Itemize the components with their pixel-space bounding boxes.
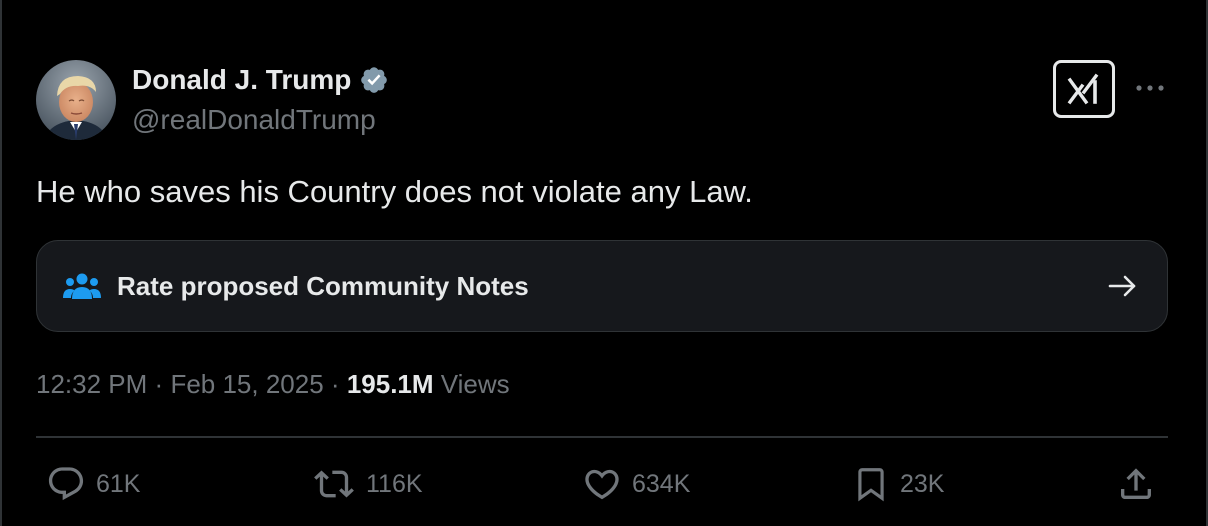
repost-button[interactable]: 116K — [312, 464, 423, 504]
views-label: Views — [440, 369, 510, 399]
tweet-text: He who saves his Country does not violat… — [36, 174, 753, 209]
community-people-icon — [63, 273, 101, 299]
heart-icon — [585, 469, 619, 500]
avatar[interactable] — [36, 60, 116, 140]
tweet-time[interactable]: 12:32 PM — [36, 369, 147, 399]
repost-count: 116K — [366, 470, 423, 498]
reply-count: 61K — [96, 470, 141, 498]
author-display-name[interactable]: Donald J. Trump — [132, 64, 351, 96]
tweet-date[interactable]: Feb 15, 2025 — [170, 369, 323, 399]
bookmark-count: 23K — [900, 470, 945, 498]
arrow-right-icon — [1108, 275, 1136, 297]
more-dots-icon — [1136, 85, 1164, 91]
bookmark-icon — [858, 468, 884, 502]
like-count: 634K — [632, 470, 691, 498]
reply-button[interactable]: 61K — [46, 464, 140, 504]
reply-icon — [48, 467, 84, 501]
share-icon — [1121, 468, 1151, 499]
tweet-meta: 12:32 PM · Feb 15, 2025 · 195.1M Views — [36, 366, 510, 402]
repost-icon — [314, 470, 354, 498]
community-notes-card[interactable]: Rate proposed Community Notes — [36, 240, 1168, 332]
meta-separator: · — [330, 369, 340, 399]
bookmark-button[interactable]: 23K — [852, 464, 944, 504]
verified-badge-icon[interactable] — [359, 65, 389, 95]
views-count[interactable]: 195.1M — [347, 369, 434, 399]
author-name-row: Donald J. Trump — [132, 64, 389, 96]
meta-separator: · — [154, 369, 164, 399]
grok-button[interactable] — [1053, 60, 1115, 118]
like-button[interactable]: 634K — [582, 464, 690, 504]
grok-icon — [1067, 73, 1099, 105]
community-notes-label: Rate proposed Community Notes — [117, 271, 529, 301]
divider — [36, 436, 1168, 438]
more-options-button[interactable] — [1133, 76, 1167, 100]
author-handle[interactable]: @realDonaldTrump — [132, 104, 376, 136]
share-button[interactable] — [1116, 464, 1156, 504]
